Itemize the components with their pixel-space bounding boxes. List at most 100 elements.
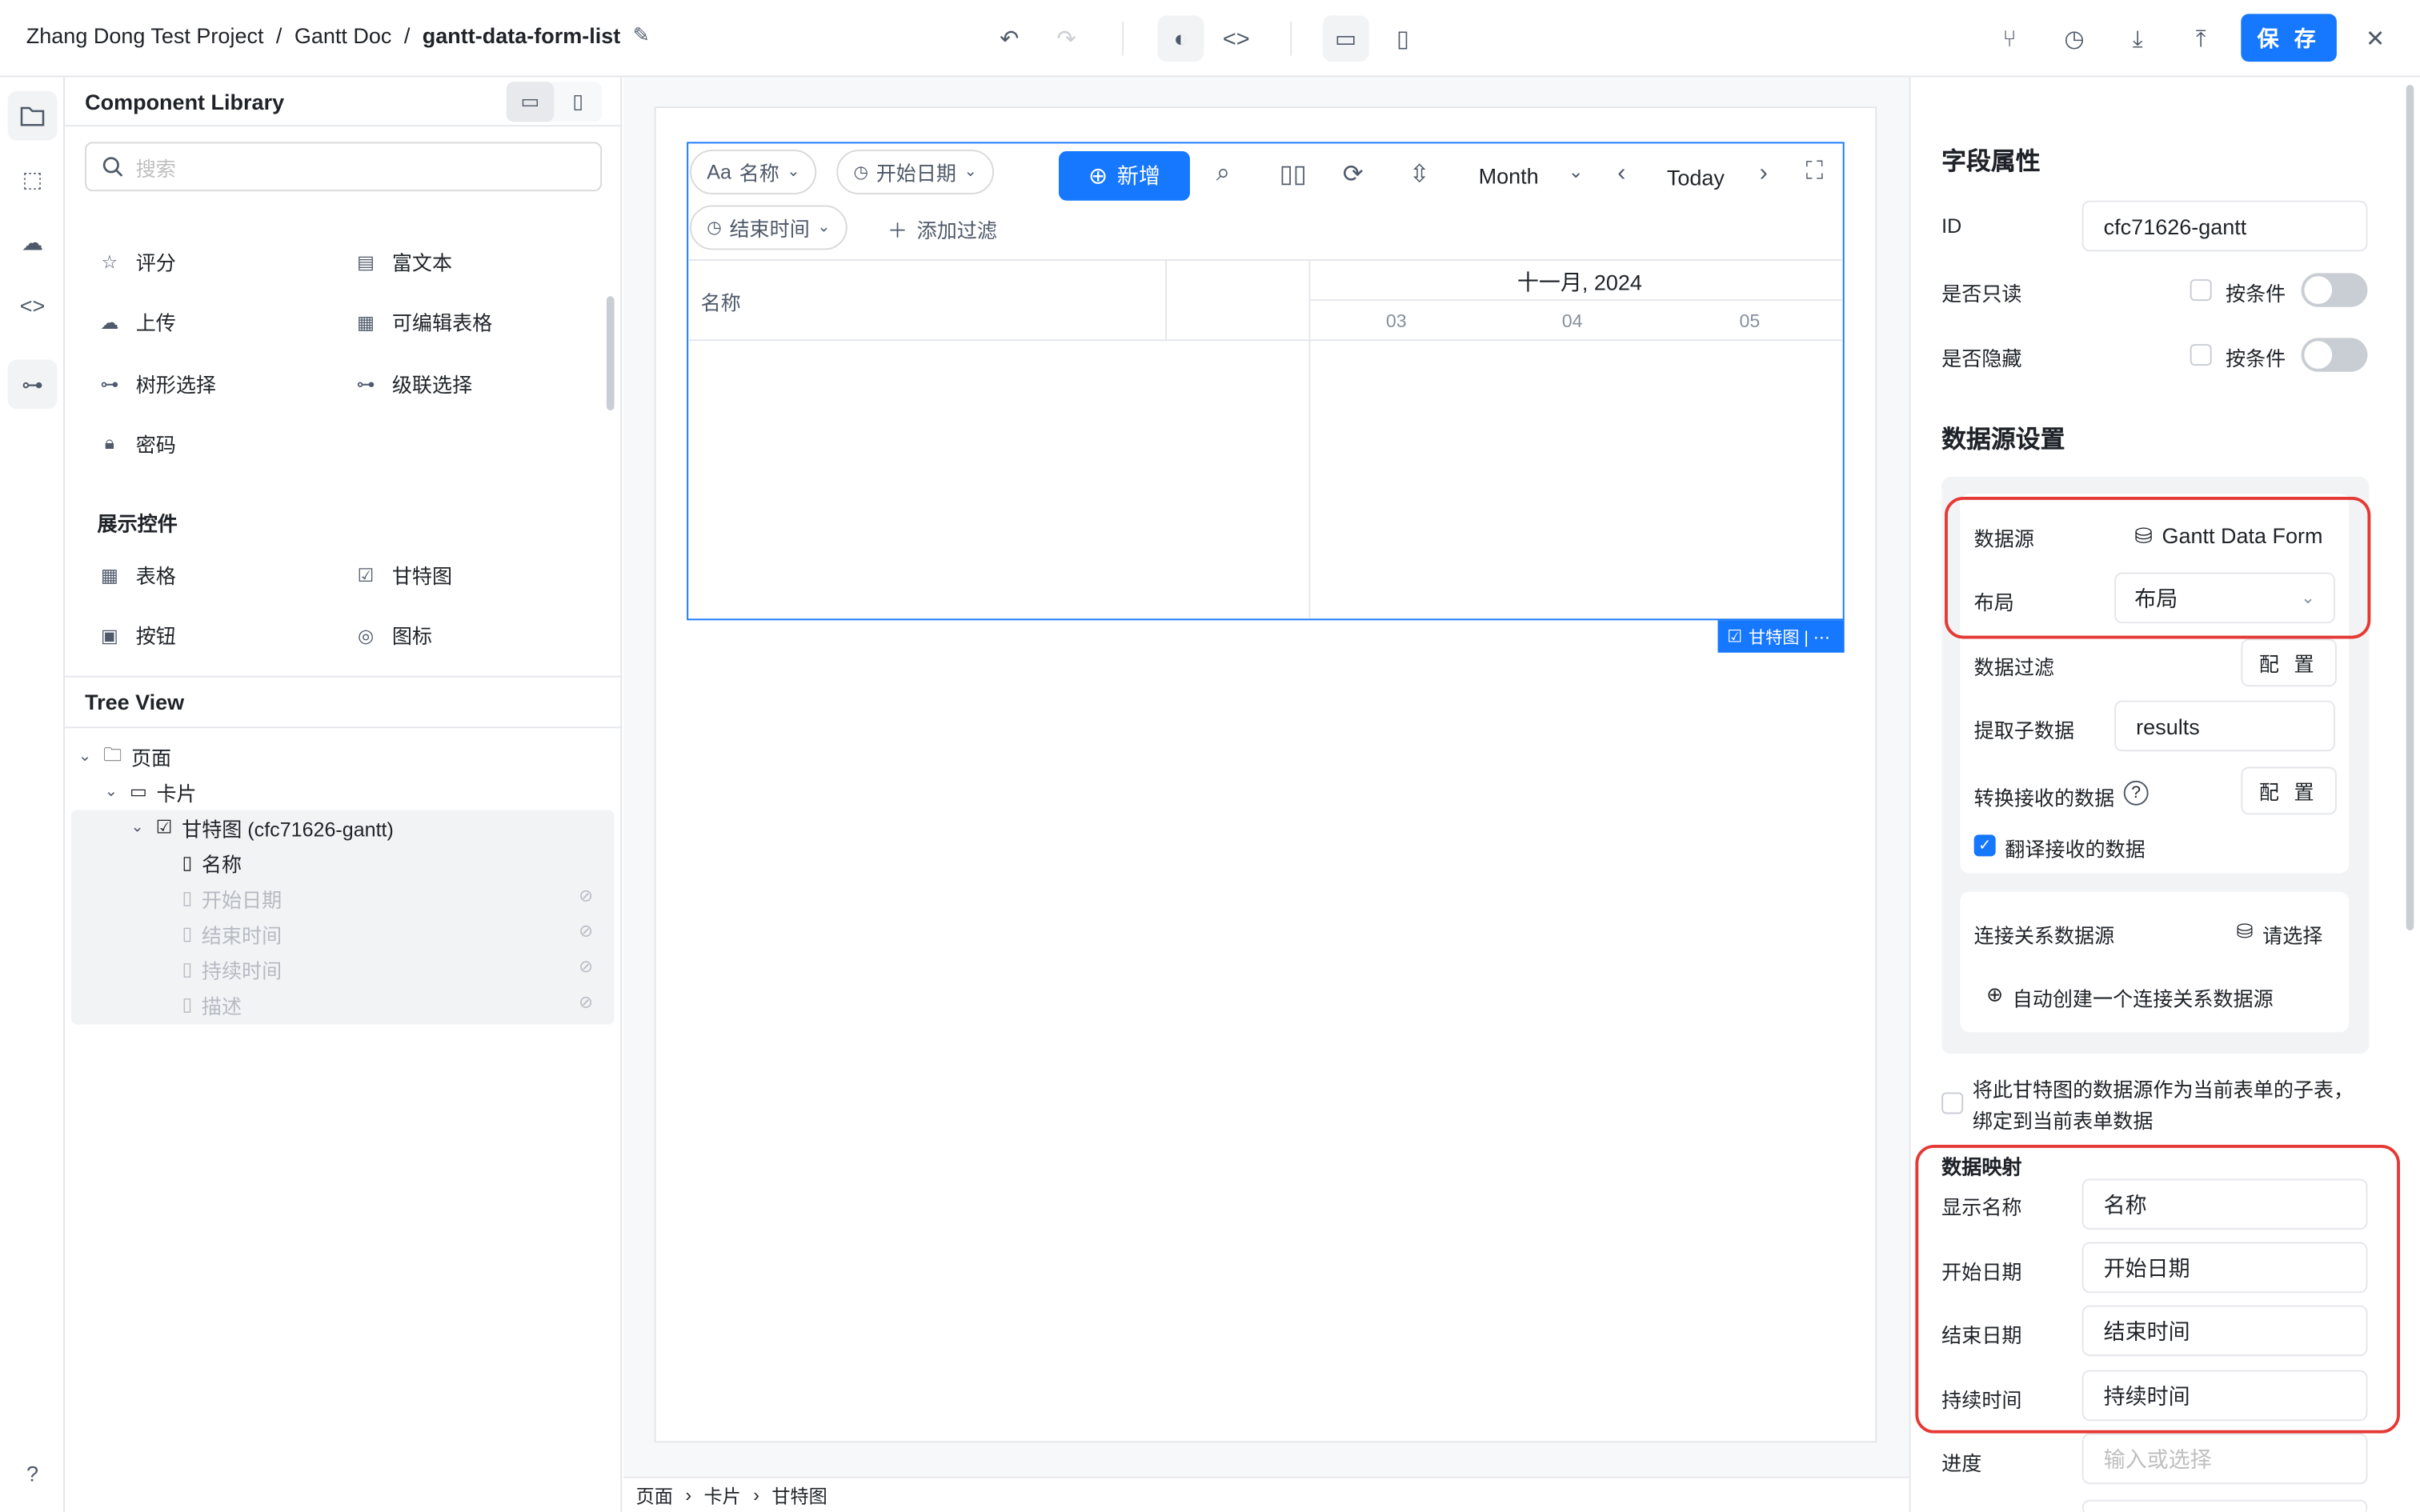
desktop-view-icon[interactable]: ▭: [1322, 15, 1369, 62]
file-icon: ▯: [182, 958, 193, 980]
hidden-condition-label: 按条件: [2226, 346, 2286, 370]
tree-structure-icon[interactable]: ⊶: [7, 359, 58, 410]
component-button[interactable]: ▣ 按钮: [98, 620, 176, 650]
component-table[interactable]: ▦ 表格: [98, 560, 176, 590]
hidden-eye-icon[interactable]: ⊘: [579, 957, 593, 977]
help-icon[interactable]: ?: [8, 1449, 58, 1498]
download-icon[interactable]: ⤓: [2118, 18, 2158, 58]
breadcrumb-project[interactable]: Zhang Dong Test Project: [26, 23, 264, 48]
properties-scrollbar[interactable]: [2406, 85, 2414, 930]
undo-icon[interactable]: ↶: [989, 18, 1029, 58]
component-gantt[interactable]: ☑ 甘特图: [355, 560, 452, 590]
tree-node-card[interactable]: ⌄ ▭ 卡片: [102, 774, 197, 808]
hidden-eye-icon[interactable]: ⊘: [579, 992, 593, 1012]
code-brackets-icon[interactable]: <>: [8, 281, 58, 330]
collapse-icon[interactable]: ⇳: [1409, 159, 1430, 190]
library-scrollbar[interactable]: [606, 296, 615, 411]
tree-node-field-start[interactable]: ▯ 开始日期: [182, 881, 282, 914]
readonly-condition-checkbox[interactable]: [2190, 279, 2212, 302]
selected-component-tag[interactable]: ☑ 甘特图 | ⋯: [1717, 620, 1845, 653]
upload-icon[interactable]: ⤒: [2181, 18, 2221, 58]
search-icon[interactable]: ⌕: [1216, 161, 1230, 189]
chevron-down-icon: ⌄: [964, 163, 977, 181]
select-area-icon[interactable]: ⬚: [8, 154, 58, 204]
breadcrumb-page[interactable]: gantt-data-form-list: [423, 23, 620, 48]
theme-palette-icon[interactable]: ◐: [1157, 15, 1204, 62]
chevron-down-icon[interactable]: ⌄: [76, 747, 94, 764]
close-icon[interactable]: ✕: [2355, 18, 2395, 58]
search-icon: [102, 157, 123, 177]
chevron-left-icon[interactable]: ‹: [1617, 161, 1625, 189]
component-rich-text[interactable]: ▤ 富文本: [355, 247, 452, 277]
component-icon[interactable]: ◎ 图标: [355, 620, 432, 650]
filter-chip-name[interactable]: Aa 名称 ⌄: [690, 150, 817, 195]
edit-pencil-icon[interactable]: ✎: [633, 23, 650, 48]
view-mode-select[interactable]: Month: [1479, 163, 1539, 188]
highlight-box-datasource: [1945, 497, 2371, 639]
component-editable-table[interactable]: ▦ 可编辑表格: [355, 307, 492, 337]
folder-icon[interactable]: [7, 90, 58, 141]
desktop-device-icon[interactable]: ▭: [506, 82, 555, 122]
fullscreen-icon[interactable]: ⛶: [1805, 159, 1823, 187]
breadcrumb-doc[interactable]: Gantt Doc: [294, 23, 392, 48]
add-filter-button[interactable]: ＋ 添加过滤: [887, 214, 997, 244]
subtable-checkbox[interactable]: [1941, 1092, 1964, 1114]
chevron-right-icon[interactable]: ›: [1760, 161, 1768, 189]
breadcrumb-item[interactable]: 甘特图: [771, 1482, 827, 1508]
extract-subdata-input[interactable]: results: [2114, 700, 2335, 752]
readonly-toggle[interactable]: [2301, 273, 2368, 307]
component-cascade-select[interactable]: ⊶ 级联选择: [355, 369, 473, 398]
mobile-view-icon[interactable]: ▯: [1383, 18, 1423, 58]
data-filter-config-button[interactable]: 配 置: [2241, 638, 2337, 687]
tree-node-field-end[interactable]: ▯ 结束时间: [182, 917, 282, 950]
save-button[interactable]: 保 存: [2241, 14, 2337, 62]
search-input[interactable]: 搜索: [85, 142, 603, 192]
today-button[interactable]: Today: [1667, 165, 1725, 190]
tree-node-field-desc[interactable]: ▯ 描述: [182, 987, 242, 1021]
relation-datasource-select[interactable]: ⛁ 请选择: [2237, 919, 2323, 949]
chevron-down-icon[interactable]: ⌄: [1568, 161, 1583, 182]
component-tree-select[interactable]: ⊶ 树形选择: [98, 369, 216, 398]
tree-node-field-duration[interactable]: ▯ 持续时间: [182, 952, 282, 986]
chevron-down-icon[interactable]: ⌄: [128, 818, 146, 835]
redo-icon[interactable]: ↷: [1047, 18, 1087, 58]
filter-chip-end[interactable]: ◷ 结束时间 ⌄: [690, 205, 847, 250]
component-rating[interactable]: ☆ 评分: [98, 247, 176, 277]
git-branch-icon[interactable]: ⑂: [1989, 18, 2029, 58]
filter-chip-start[interactable]: ◷ 开始日期 ⌄: [836, 150, 995, 195]
code-icon[interactable]: <>: [1216, 18, 1256, 58]
breadcrumb-item[interactable]: 页面: [636, 1482, 673, 1508]
map-progress-input[interactable]: 输入或选择: [2081, 1433, 2368, 1485]
table-icon: ▦: [100, 563, 118, 586]
columns-icon[interactable]: ▯▯: [1280, 159, 1307, 190]
component-upload[interactable]: ☁ 上传: [98, 307, 176, 337]
transform-config-button[interactable]: 配 置: [2241, 766, 2337, 815]
breadcrumb-item[interactable]: 卡片: [703, 1482, 740, 1508]
datasource-settings-title: 数据源设置: [1941, 427, 2065, 454]
component-password[interactable]: 🔒︎ 密码: [98, 429, 176, 458]
hidden-condition-checkbox[interactable]: [2190, 344, 2212, 366]
hidden-eye-icon[interactable]: ⊘: [579, 886, 593, 906]
top-bar: Zhang Dong Test Project / Gantt Doc / ga…: [0, 0, 2420, 78]
upload-cloud-icon: ☁: [100, 310, 119, 333]
help-circle-icon[interactable]: ?: [2123, 780, 2149, 806]
tree-node-page[interactable]: ⌄ 🗀 页面: [76, 739, 171, 773]
add-record-button[interactable]: ⊕ 新增: [1059, 151, 1190, 201]
cloud-icon[interactable]: ☁: [8, 218, 58, 267]
translate-checkbox[interactable]: ✓: [1973, 834, 1996, 857]
tree-node-gantt[interactable]: ⌄ ☑ 甘特图 (cfc71626-gantt): [128, 810, 394, 844]
refresh-icon[interactable]: ⟳: [1343, 159, 1364, 190]
hidden-eye-icon[interactable]: ⊘: [579, 921, 593, 941]
table-icon: ▦: [357, 310, 375, 333]
id-label: ID: [1941, 214, 1962, 238]
auto-create-relation-button[interactable]: ⊕ 自动创建一个连接关系数据源: [1986, 983, 2274, 1013]
tree-node-field-name[interactable]: ▯ 名称: [182, 846, 242, 879]
mobile-device-icon[interactable]: ▯: [554, 82, 602, 122]
history-clock-icon[interactable]: ◷: [2054, 18, 2094, 58]
gantt-component[interactable]: [687, 142, 1845, 621]
chevron-down-icon[interactable]: ⌄: [102, 783, 120, 800]
hidden-toggle[interactable]: [2301, 338, 2368, 372]
id-field[interactable]: cfc71626-gantt: [2081, 200, 2368, 252]
subtable-label: 将此甘特图的数据源作为当前表单的子表，绑定到当前表单数据: [1972, 1078, 2354, 1133]
folder-icon: 🗀: [103, 742, 122, 765]
